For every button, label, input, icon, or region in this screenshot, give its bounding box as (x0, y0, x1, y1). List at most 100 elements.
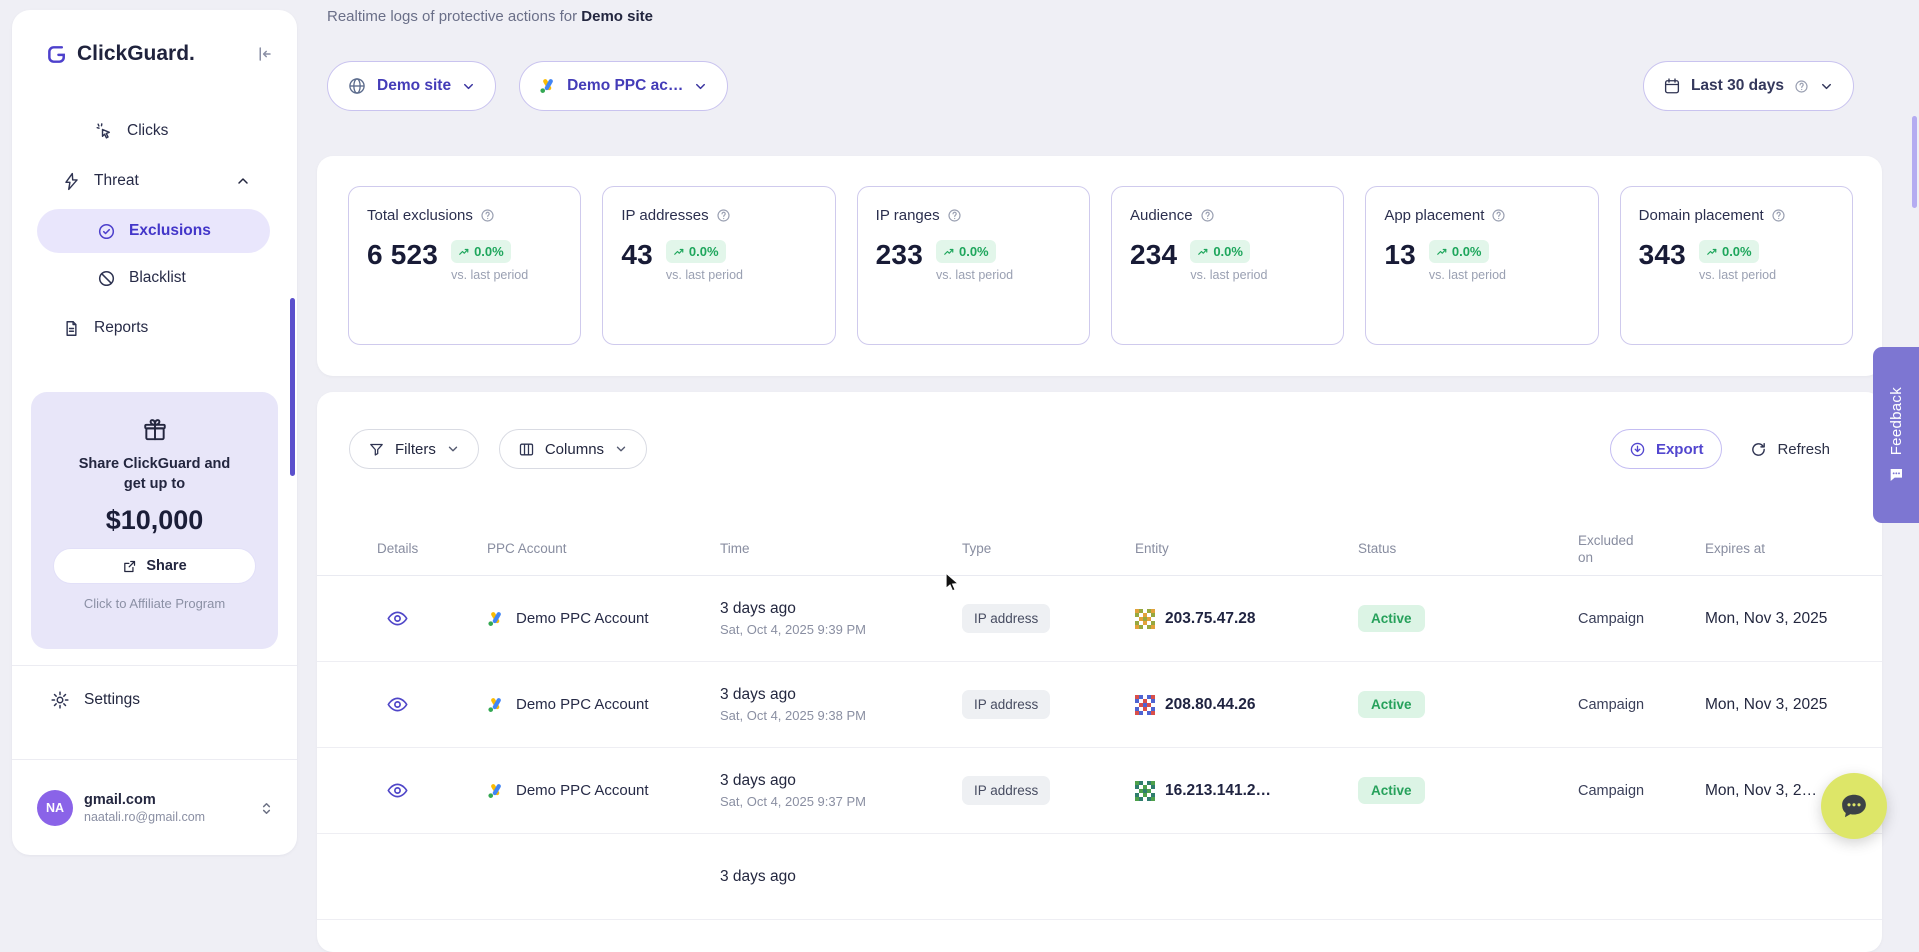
entity-identicon (1135, 781, 1155, 801)
date-range-selector[interactable]: Last 30 days (1643, 61, 1854, 111)
collapse-icon (255, 45, 273, 63)
page-scrollbar[interactable] (1912, 116, 1917, 208)
affiliate-promo-card: Share ClickGuard and get up to $10,000 S… (31, 392, 278, 649)
entity-value: 16.213.141.2… (1165, 782, 1271, 800)
help-icon[interactable] (1200, 208, 1215, 223)
promo-amount: $10,000 (31, 505, 278, 536)
stat-domain-placement: Domain placement 343 0.0% vs. last perio… (1620, 186, 1853, 345)
google-ads-icon (487, 696, 505, 714)
col-type: Type (962, 541, 1135, 556)
google-ads-icon (539, 77, 557, 95)
type-badge: IP address (962, 776, 1050, 805)
date-range-value: Last 30 days (1691, 77, 1784, 95)
status-badge: Active (1358, 691, 1425, 718)
ppc-account-selector-value: Demo PPC ac… (567, 77, 683, 95)
account-email: naatali.ro@gmail.com (84, 810, 205, 824)
help-icon[interactable] (480, 208, 495, 223)
sidebar-scrollbar[interactable] (290, 298, 295, 476)
time-absolute: Sat, Oct 4, 2025 9:39 PM (720, 622, 962, 637)
sidebar-collapse-button[interactable] (253, 43, 275, 65)
settings-label: Settings (84, 691, 140, 709)
sidebar-item-label: Clicks (127, 122, 168, 140)
details-eye-button[interactable] (383, 604, 412, 633)
stat-value: 13 (1384, 240, 1416, 270)
refresh-button[interactable]: Refresh (1742, 429, 1838, 469)
chat-launcher-button[interactable] (1821, 773, 1887, 839)
stat-caption: vs. last period (936, 268, 1013, 282)
sidebar-item-clicks[interactable]: Clicks (12, 106, 297, 156)
time-absolute: Sat, Oct 4, 2025 9:37 PM (720, 794, 962, 809)
trend-up-icon (1436, 246, 1448, 258)
ppc-account-name: Demo PPC Account (516, 610, 649, 627)
eye-icon (387, 780, 408, 801)
external-link-icon (122, 559, 137, 574)
col-status: Status (1358, 541, 1578, 556)
sidebar-item-label: Exclusions (129, 222, 211, 240)
col-ppc-account: PPC Account (487, 541, 720, 556)
table-header-row: Details PPC Account Time Type Entity Sta… (317, 522, 1882, 576)
stat-caption: vs. last period (1699, 268, 1776, 282)
filters-button[interactable]: Filters (349, 429, 479, 469)
stats-summary-card: Total exclusions 6 523 0.0% vs. last per… (317, 156, 1882, 376)
document-icon (62, 319, 81, 338)
lightning-icon (62, 172, 81, 191)
divider (12, 759, 297, 760)
entity-value: 203.75.47.28 (1165, 610, 1256, 628)
subtitle-text: Realtime logs of protective actions for (327, 8, 577, 25)
sidebar-item-settings[interactable]: Settings (12, 676, 297, 724)
col-excluded-on: Excluded on (1578, 532, 1646, 566)
stat-label: Domain placement (1639, 207, 1764, 224)
delta-badge: 0.0% (1429, 240, 1489, 263)
site-selector-value: Demo site (377, 77, 451, 95)
subtitle-site-name: Demo site (581, 8, 653, 25)
export-button[interactable]: Export (1610, 429, 1723, 469)
details-eye-button[interactable] (383, 690, 412, 719)
stat-audience: Audience 234 0.0% vs. last period (1111, 186, 1344, 345)
help-icon[interactable] (947, 208, 962, 223)
share-button-label: Share (146, 558, 186, 574)
sidebar-item-blacklist[interactable]: Blacklist (37, 256, 270, 300)
chevron-down-icon (446, 442, 460, 456)
account-switcher[interactable]: NA gmail.com naatali.ro@gmail.com (12, 772, 297, 844)
status-badge: Active (1358, 605, 1425, 632)
site-selector[interactable]: Demo site (327, 61, 496, 111)
ppc-account-name: Demo PPC Account (516, 782, 649, 799)
ppc-account-selector[interactable]: Demo PPC ac… (519, 61, 728, 111)
avatar: NA (37, 790, 73, 826)
help-icon[interactable] (1794, 79, 1809, 94)
account-name: gmail.com (84, 792, 205, 808)
eye-icon (387, 608, 408, 629)
excluded-on-value: Campaign (1578, 783, 1705, 799)
sidebar-item-reports[interactable]: Reports (12, 303, 297, 353)
delta-badge: 0.0% (1190, 240, 1250, 263)
help-icon[interactable] (716, 208, 731, 223)
sidebar-item-threat[interactable]: Threat (12, 156, 297, 206)
feedback-label: Feedback (1888, 387, 1905, 455)
time-relative: 3 days ago (720, 868, 962, 886)
ban-icon (97, 269, 116, 288)
columns-button[interactable]: Columns (499, 429, 647, 469)
table-row: 3 days ago (317, 834, 1882, 920)
export-icon (1629, 441, 1646, 458)
col-expires-at: Expires at (1705, 541, 1866, 556)
selectors-row: Demo site Demo PPC ac… (327, 61, 728, 111)
affiliate-program-link[interactable]: Click to Affiliate Program (31, 596, 278, 611)
col-entity: Entity (1135, 541, 1358, 556)
exclusions-table-card: Filters Columns Export Refresh Details P… (317, 392, 1882, 952)
stat-ip-ranges: IP ranges 233 0.0% vs. last period (857, 186, 1090, 345)
trend-up-icon (1706, 246, 1718, 258)
table-toolbar: Filters Columns Export Refresh (317, 392, 1882, 469)
details-eye-button[interactable] (383, 776, 412, 805)
sidebar-item-label: Blacklist (129, 269, 186, 287)
stat-label: Audience (1130, 207, 1193, 224)
help-icon[interactable] (1491, 208, 1506, 223)
share-button[interactable]: Share (53, 548, 256, 584)
entity-identicon (1135, 609, 1155, 629)
expires-at-value: Mon, Nov 3, 2025 (1705, 696, 1866, 714)
feedback-tab[interactable]: Feedback (1873, 347, 1919, 523)
chevron-up-icon (235, 173, 251, 189)
sidebar-item-exclusions[interactable]: Exclusions (37, 209, 270, 253)
trend-up-icon (1197, 246, 1209, 258)
status-badge: Active (1358, 777, 1425, 804)
help-icon[interactable] (1771, 208, 1786, 223)
